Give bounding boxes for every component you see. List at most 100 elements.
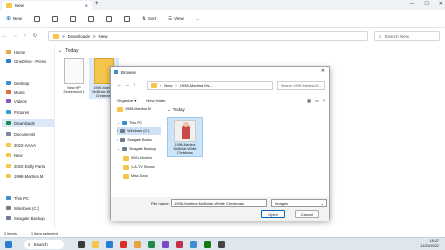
sidebar-item-seagate[interactable]: Seagate Backup — [6, 214, 45, 222]
app-icon-4[interactable] — [162, 241, 169, 248]
tree-item-windows-c[interactable]: › Windows (C:) — [117, 127, 161, 135]
breadcrumb-martina[interactable]: 1998-Martina Mc... — [180, 83, 213, 88]
dialog-address-bar[interactable]: › New › 1998-Martina Mc... — [147, 81, 273, 90]
view-button[interactable]: ☰ View — [168, 16, 184, 22]
cut-icon[interactable] — [34, 15, 41, 22]
sidebar-item-windows-c[interactable]: Windows (C:) — [6, 204, 39, 212]
new-button[interactable]: ⊕ New — [6, 15, 22, 22]
tree-item-misc-docs[interactable]: Miss Docs — [123, 172, 148, 180]
breadcrumb-new[interactable]: New — [99, 34, 108, 39]
folder-icon — [123, 155, 129, 161]
close-icon[interactable]: ✕ — [439, 1, 443, 7]
tree-item-seagate-2[interactable]: ⌄ Seagate Backup — [117, 145, 156, 153]
app-icon-8[interactable] — [218, 241, 225, 248]
tree-item-tv-shows[interactable]: 1-A-TV Shows — [123, 163, 155, 171]
taskbar: ⌕ Search 18:37 11/25/2022 — [0, 237, 445, 250]
paste-icon[interactable] — [70, 15, 77, 22]
app-icon-5[interactable] — [176, 241, 183, 248]
edge-icon[interactable] — [106, 241, 113, 248]
new-tab-icon[interactable]: + — [95, 1, 99, 7]
sidebar-item-home[interactable]: Home — [6, 48, 25, 56]
tab-new[interactable]: New ✕ — [2, 1, 92, 10]
item-count: 2 items — [4, 230, 17, 236]
download-icon — [6, 121, 11, 125]
filename-label: File name: — [151, 201, 170, 206]
sidebar-item-new[interactable]: New — [6, 151, 22, 159]
folder-icon — [123, 173, 129, 179]
app-icon-3[interactable] — [148, 241, 155, 248]
forward-icon[interactable]: → — [10, 33, 20, 39]
breadcrumb-downloads[interactable]: Downloads — [68, 34, 90, 39]
address-bar[interactable]: > Downloads > New — [48, 31, 368, 41]
app-icon-7[interactable] — [204, 241, 211, 248]
pictures-icon — [6, 110, 11, 114]
task-view-icon[interactable] — [78, 241, 85, 248]
close-tab-icon[interactable]: ✕ — [85, 3, 88, 8]
tree-item-this-pc[interactable]: ⌄ This PC — [117, 119, 142, 127]
group-header-today[interactable]: ⌄ Today — [58, 48, 79, 54]
dialog-file-martina[interactable]: 1998-Martina McBride-White Christmas — [167, 117, 203, 157]
dialog-title: Browse — [121, 69, 137, 75]
back-icon[interactable]: ← — [117, 82, 122, 87]
close-icon[interactable]: ✕ — [321, 68, 325, 74]
filename-input[interactable]: 1998-Martina McBride-White Christmas — [171, 199, 267, 207]
preview-pane-icon[interactable]: ▭ — [315, 98, 319, 103]
sidebar-item-music[interactable]: Music — [6, 88, 25, 96]
folder-icon — [6, 153, 11, 157]
dialog-navigation-pane: 1998-Martina M ⌄ This PC › Windows (C:) › S… — [115, 105, 161, 197]
open-button[interactable]: Open — [261, 210, 285, 218]
address-row: ← → ↑ ↻ > Downloads > New ⌕ Search New — [0, 29, 445, 43]
app-icon-6[interactable] — [190, 241, 197, 248]
folder-icon — [6, 3, 12, 8]
start-icon[interactable] — [5, 241, 12, 248]
filetype-select[interactable]: Images ⌄ — [271, 199, 327, 207]
app-icon-2[interactable] — [134, 241, 141, 248]
dialog-search-box[interactable]: Search 1998-Martina M... — [277, 81, 325, 90]
sidebar-item-this-pc[interactable]: This PC — [6, 194, 29, 202]
file-explorer-icon[interactable] — [92, 241, 99, 248]
dialog-group-today[interactable]: ⌄ Today — [167, 107, 185, 113]
sort-button[interactable]: ⇅ Sort — [142, 16, 156, 22]
breadcrumb-new[interactable]: New — [164, 83, 172, 88]
sidebar-item-videos[interactable]: Videos — [6, 97, 27, 105]
share-icon[interactable] — [106, 15, 113, 22]
sidebar-item-onedrive[interactable]: OneDrive - Perso — [6, 57, 46, 65]
rename-icon[interactable] — [88, 15, 95, 22]
more-button[interactable]: ... — [196, 16, 200, 21]
taskbar-search[interactable]: ⌕ Search — [24, 240, 64, 249]
sidebar-item-1998-martina[interactable]: 1998-Martina M — [6, 172, 43, 180]
cancel-button[interactable]: Cancel — [295, 210, 319, 218]
maximize-icon[interactable]: ☐ — [424, 1, 428, 7]
new-folder-button[interactable]: New folder — [146, 98, 165, 103]
back-icon[interactable]: ← — [0, 33, 10, 39]
delete-icon[interactable] — [124, 15, 131, 22]
up-icon[interactable]: ↑ — [20, 33, 30, 39]
sidebar-item-desktop[interactable]: Desktop — [6, 79, 29, 87]
drive-icon — [122, 147, 128, 151]
file-item-hp-screenshot[interactable]: New HP Screenshot 1 — [59, 58, 89, 94]
sidebar-item-2020-dolly[interactable]: 2020-Dolly Parto — [6, 162, 45, 170]
minimize-icon[interactable]: — — [409, 1, 414, 7]
sidebar-item-pictures[interactable]: Pictures — [6, 108, 29, 116]
clock[interactable]: 18:37 11/25/2022 — [420, 239, 439, 249]
help-icon[interactable]: ? — [323, 98, 325, 103]
cloud-icon — [6, 59, 11, 63]
app-icon-1[interactable] — [120, 241, 127, 248]
forward-icon[interactable]: → — [125, 82, 130, 87]
folder-icon — [151, 83, 157, 88]
sidebar-item-2022-aaaa[interactable]: 2022-AAAA — [6, 141, 36, 149]
up-icon[interactable]: ↑ — [133, 82, 135, 87]
view-options-icon[interactable]: ▦ — [307, 98, 311, 103]
drive-icon — [120, 138, 126, 142]
sidebar-item-downloads[interactable]: Downloads — [2, 119, 54, 127]
selected-count: 1 item selected — [30, 230, 58, 236]
tree-item-movies[interactable]: 0001-Movies — [123, 154, 152, 162]
refresh-icon[interactable]: ↻ — [30, 33, 40, 39]
navigation-pane: Home OneDrive - Perso Desktop Music Vide… — [0, 44, 55, 229]
tree-item-seagate-1[interactable]: › Seagate Backu — [117, 136, 152, 144]
organize-button[interactable]: Organize ▾ — [117, 98, 136, 103]
sidebar-item-documents[interactable]: Documents — [6, 130, 35, 138]
search-box[interactable]: ⌕ Search New — [374, 31, 440, 41]
tree-item-martina[interactable]: 1998-Martina M — [117, 105, 151, 113]
copy-icon[interactable] — [52, 15, 59, 22]
